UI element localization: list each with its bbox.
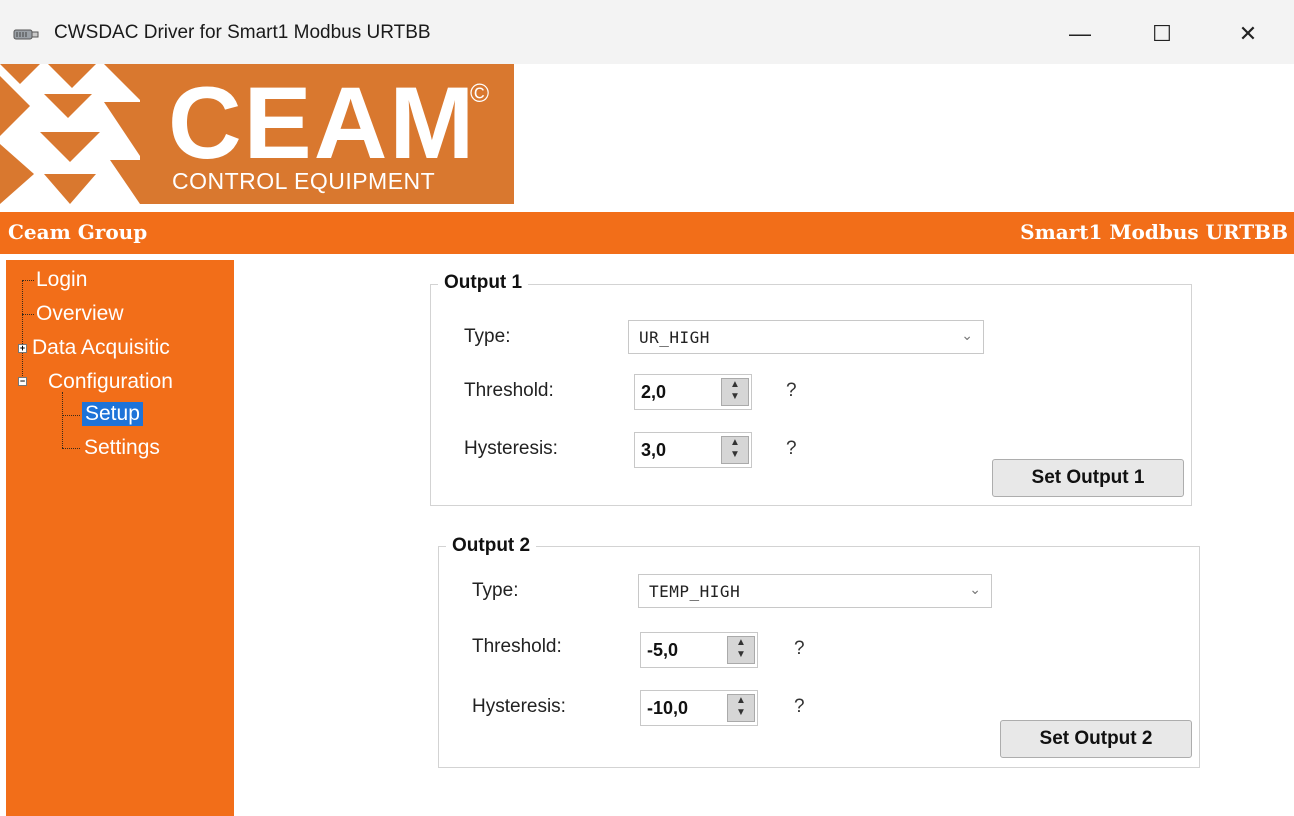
maximize-button[interactable]: ☐ (1134, 14, 1190, 54)
output1-hysteresis-label: Hysteresis: (464, 438, 558, 459)
logo-subtitle: CONTROL EQUIPMENT (172, 168, 436, 194)
output1-threshold-value: 2,0 (641, 382, 667, 402)
output2-hysteresis-spinbox[interactable]: -10,0 ▲ ▼ (640, 690, 758, 726)
output2-threshold-value: -5,0 (647, 640, 679, 660)
sidebar-item-data-acquisition[interactable]: Data Acquisitic (32, 336, 170, 360)
expand-plus-icon[interactable]: + (18, 344, 27, 353)
output2-hysteresis-help-icon[interactable]: ? (794, 696, 805, 718)
logo-text: CEAM (168, 66, 477, 180)
output2-threshold-spinbox[interactable]: -5,0 ▲ ▼ (640, 632, 758, 668)
tree-connector (22, 314, 34, 315)
tree-connector (62, 415, 80, 416)
chevron-down-icon: ⌄ (969, 581, 981, 597)
output1-threshold-help-icon[interactable]: ? (786, 380, 797, 402)
ceam-arrows-logo-icon (0, 64, 140, 204)
output2-threshold-help-icon[interactable]: ? (794, 638, 805, 660)
spin-updown-icon[interactable]: ▲ ▼ (727, 694, 755, 722)
output1-type-label: Type: (464, 326, 511, 347)
output1-threshold-label: Threshold: (464, 380, 554, 401)
sidebar-item-overview[interactable]: Overview (36, 302, 124, 326)
output2-hysteresis-value: -10,0 (647, 698, 689, 718)
tree-connector (62, 392, 63, 448)
sidebar-item-setup[interactable]: Setup (82, 402, 143, 426)
output2-hysteresis-label: Hysteresis: (472, 696, 566, 717)
minimize-button[interactable]: — (1052, 14, 1108, 54)
header-bar: Ceam Group Smart1 Modbus URTBB (0, 212, 1294, 254)
output2-type-select[interactable]: TEMP_HIGH ⌄ (638, 574, 992, 608)
sidebar-item-settings[interactable]: Settings (84, 436, 160, 460)
device-name: Smart1 Modbus URTBB (1020, 220, 1288, 244)
sidebar-item-login[interactable]: Login (36, 268, 87, 292)
window-titlebar: CWSDAC Driver for Smart1 Modbus URTBB — … (0, 0, 1294, 64)
spin-updown-icon[interactable]: ▲ ▼ (721, 436, 749, 464)
tree-connector (22, 280, 34, 281)
output2-type-value: TEMP_HIGH (649, 582, 741, 601)
tree-connector (62, 448, 80, 449)
output1-type-select[interactable]: UR_HIGH ⌄ (628, 320, 984, 354)
output1-hysteresis-help-icon[interactable]: ? (786, 438, 797, 460)
tree-connector (22, 280, 23, 382)
output2-threshold-label: Threshold: (472, 636, 562, 657)
sidebar-item-configuration[interactable]: Configuration (48, 370, 173, 394)
window-title: CWSDAC Driver for Smart1 Modbus URTBB (54, 22, 431, 43)
output1-type-value: UR_HIGH (639, 328, 710, 347)
output1-hysteresis-spinbox[interactable]: 3,0 ▲ ▼ (634, 432, 752, 468)
spin-updown-icon[interactable]: ▲ ▼ (721, 378, 749, 406)
copyright-mark: © (470, 78, 490, 108)
output1-hysteresis-value: 3,0 (641, 440, 667, 460)
output1-threshold-spinbox[interactable]: 2,0 ▲ ▼ (634, 374, 752, 410)
set-output2-button[interactable]: Set Output 2 (1000, 720, 1192, 758)
output1-title: Output 1 (438, 272, 529, 294)
chevron-down-icon: ⌄ (961, 327, 973, 343)
close-button[interactable]: ✕ (1220, 14, 1276, 54)
collapse-minus-icon[interactable]: − (18, 377, 27, 386)
output2-type-label: Type: (472, 580, 519, 601)
output2-title: Output 2 (446, 535, 537, 557)
spin-updown-icon[interactable]: ▲ ▼ (727, 636, 755, 664)
set-output1-button[interactable]: Set Output 1 (992, 459, 1184, 497)
ceam-logo: CEAM © CONTROL EQUIPMENT (140, 64, 514, 204)
navigation-tree: Login Overview + Data Acquisitic − Confi… (6, 260, 234, 816)
company-name: Ceam Group (8, 220, 148, 244)
usb-cable-icon (13, 29, 39, 40)
